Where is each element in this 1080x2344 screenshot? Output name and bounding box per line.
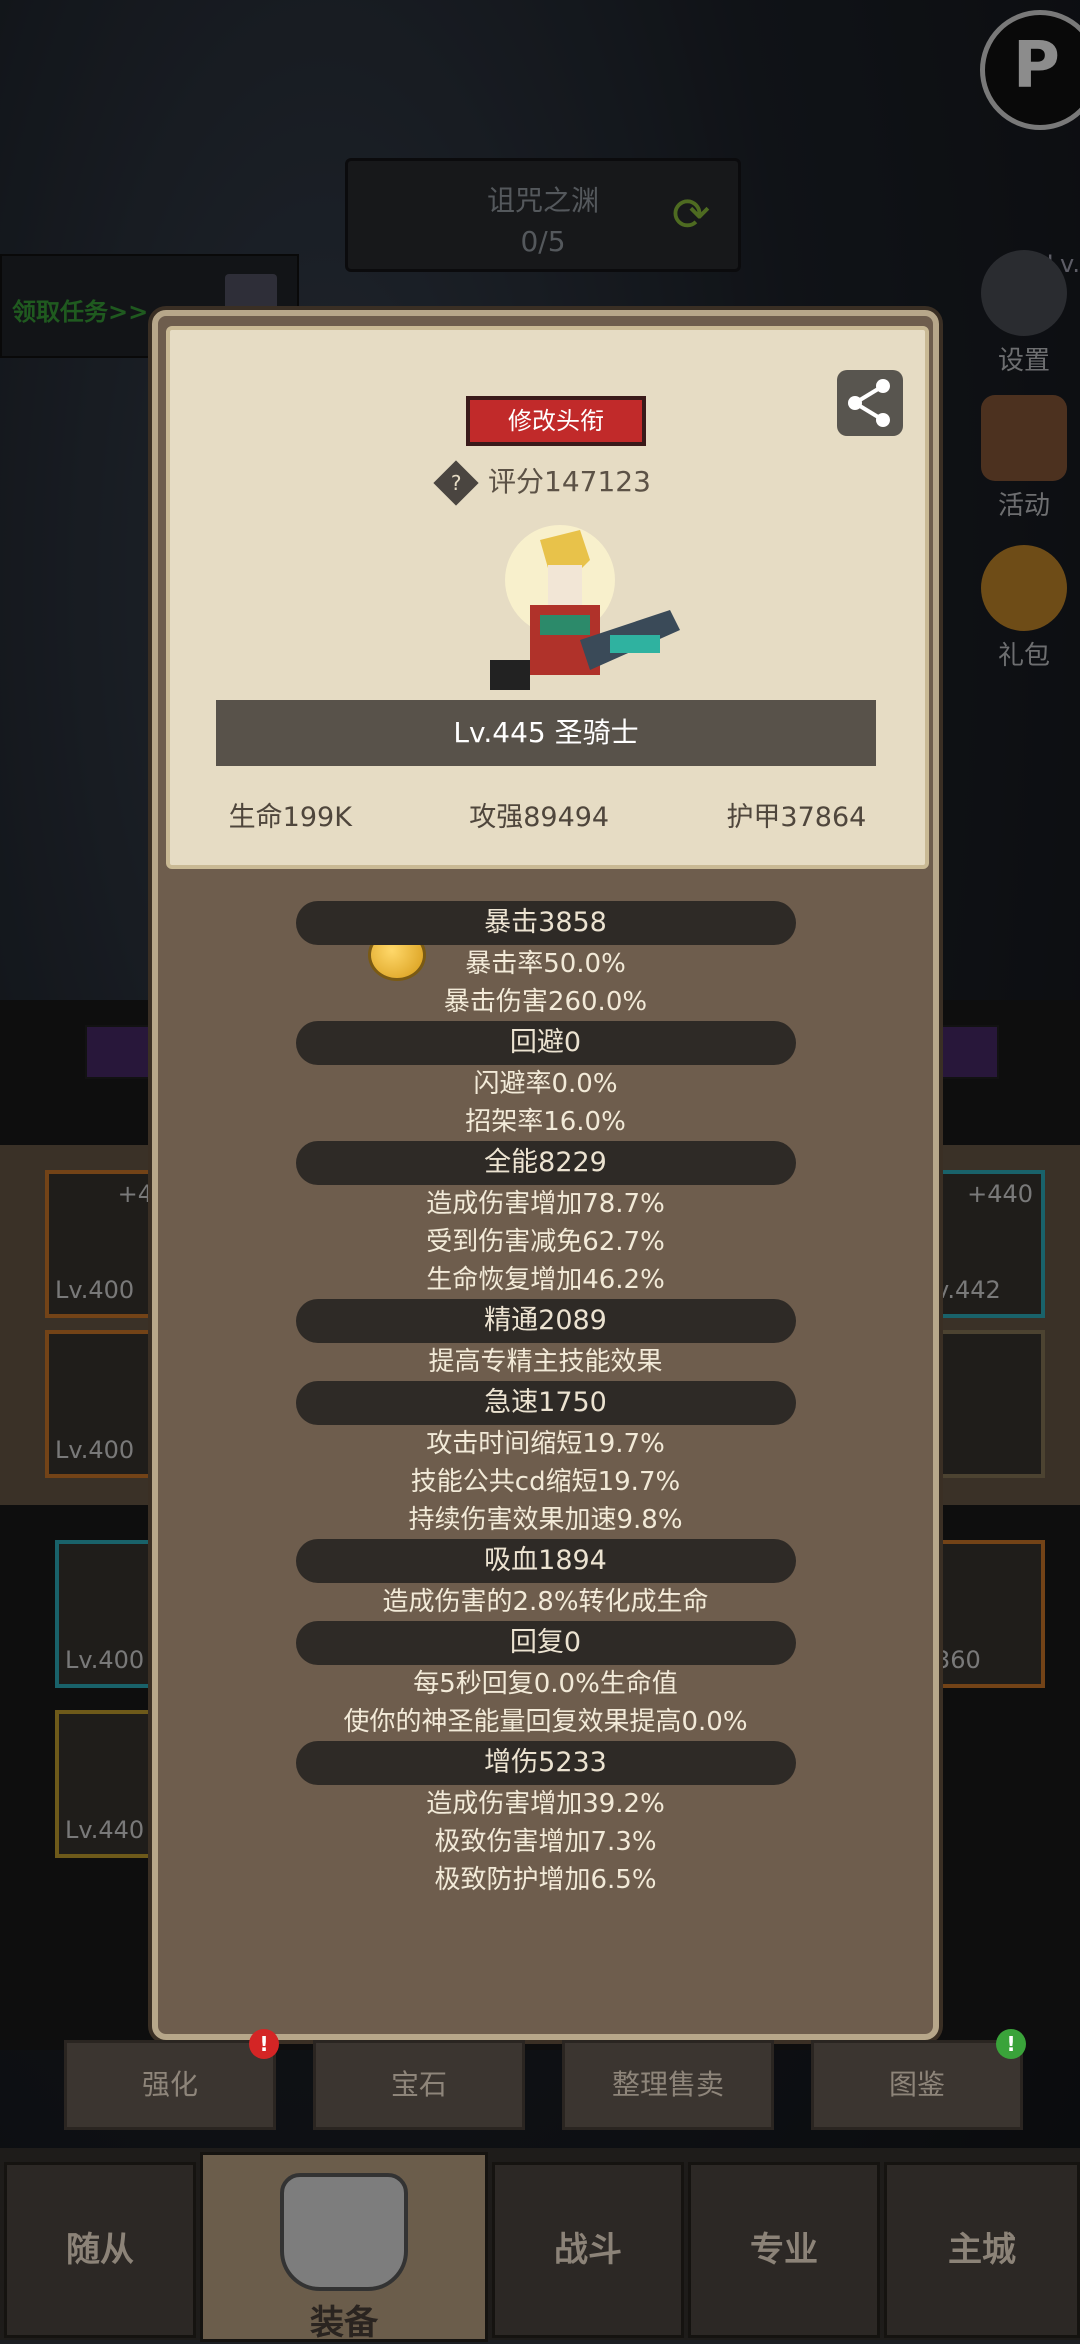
nav-equipment[interactable]: 装备 — [200, 2152, 488, 2343]
share-button[interactable] — [837, 370, 903, 436]
attr-line: 持续伤害效果加速9.8% — [408, 1505, 683, 1535]
attr-header: 吸血1894 — [295, 1539, 796, 1583]
attr-header: 增伤5233 — [295, 1741, 796, 1785]
hero-name-bar: Lv.445 圣骑士 — [216, 700, 876, 766]
score-row[interactable]: ? 评分147123 — [433, 460, 651, 506]
attr-header: 全能8229 — [295, 1141, 796, 1185]
attr-line: 闪避率0.0% — [473, 1069, 618, 1099]
sort-sell-button[interactable]: 整理售卖 — [562, 2040, 774, 2130]
action-row: 强化 ! 宝石 整理售卖 图鉴 ! — [0, 2029, 1080, 2130]
alert-badge: ! — [249, 2029, 279, 2059]
profile-card: 修改头衔 ? 评分147123 Lv.445 圣骑士 生命199K 攻强8949… — [166, 326, 929, 869]
attr-line: 造成伤害的2.8%转化成生命 — [382, 1587, 709, 1617]
attr-header: 暴击3858 — [295, 901, 796, 945]
armor-icon — [280, 2173, 408, 2291]
score-text: 评分147123 — [488, 465, 651, 498]
attr-line: 每5秒回复0.0%生命值 — [413, 1669, 678, 1699]
help-icon[interactable]: ? — [433, 460, 479, 506]
attr-line: 极致防护增加6.5% — [434, 1865, 657, 1895]
attr-line: 极致伤害增加7.3% — [434, 1827, 657, 1857]
attr-line: 使你的神圣能量回复效果提高0.0% — [343, 1707, 748, 1737]
sort-sell-label: 整理售卖 — [611, 2068, 724, 2101]
hero-avatar — [490, 525, 680, 690]
share-icon — [848, 379, 890, 427]
nav-label: 专业 — [750, 2230, 818, 2270]
character-stats-modal: 修改头衔 ? 评分147123 Lv.445 圣骑士 生命199K 攻强8949… — [152, 310, 939, 2040]
enhance-button[interactable]: 强化 ! — [64, 2029, 279, 2130]
codex-button[interactable]: 图鉴 ! — [811, 2029, 1026, 2130]
attr-line: 提高专精主技能效果 — [428, 1347, 663, 1377]
attr-line: 生命恢复增加46.2% — [426, 1265, 665, 1295]
attr-header: 急速1750 — [295, 1381, 796, 1425]
stat-armor: 护甲37864 — [726, 802, 867, 833]
attr-line: 暴击率50.0% — [465, 949, 626, 979]
nav-label: 随从 — [66, 2230, 134, 2270]
attr-line: 造成伤害增加39.2% — [426, 1789, 665, 1819]
nav-label: 装备 — [310, 2303, 378, 2343]
attr-line: 受到伤害减免62.7% — [426, 1227, 665, 1257]
attr-line: 招架率16.0% — [465, 1107, 626, 1137]
edit-title-button[interactable]: 修改头衔 — [466, 396, 646, 446]
nav-followers[interactable]: 随从 — [4, 2162, 196, 2338]
nav-label: 战斗 — [554, 2230, 622, 2270]
stat-hp: 生命199K — [228, 802, 352, 833]
attr-header: 回复0 — [295, 1621, 796, 1665]
gem-button[interactable]: 宝石 — [313, 2040, 525, 2130]
codex-label: 图鉴 — [888, 2068, 945, 2101]
attr-header: 回避0 — [295, 1021, 796, 1065]
nav-profession[interactable]: 专业 — [688, 2162, 880, 2338]
attr-line: 技能公共cd缩短19.7% — [410, 1467, 681, 1497]
bottom-nav: 随从 装备 战斗 专业 主城 — [0, 2148, 1080, 2343]
attr-header: 精通2089 — [295, 1299, 796, 1343]
attr-line: 暴击伤害260.0% — [443, 987, 648, 1017]
attr-line: 攻击时间缩短19.7% — [426, 1429, 665, 1459]
alert-badge: ! — [996, 2029, 1026, 2059]
attr-line: 造成伤害增加78.7% — [426, 1189, 665, 1219]
nav-main-city[interactable]: 主城 — [884, 2162, 1080, 2338]
nav-label: 主城 — [948, 2230, 1016, 2270]
base-stats: 生命199K 攻强89494 护甲37864 — [170, 795, 925, 834]
enhance-label: 强化 — [141, 2068, 198, 2101]
stat-attack: 攻强89494 — [469, 802, 610, 833]
gem-label: 宝石 — [390, 2068, 447, 2101]
attribute-list: 暴击3858 暴击率50.0% 暴击伤害260.0% 回避0 闪避率0.0% 招… — [158, 901, 933, 1899]
nav-battle[interactable]: 战斗 — [492, 2162, 684, 2338]
